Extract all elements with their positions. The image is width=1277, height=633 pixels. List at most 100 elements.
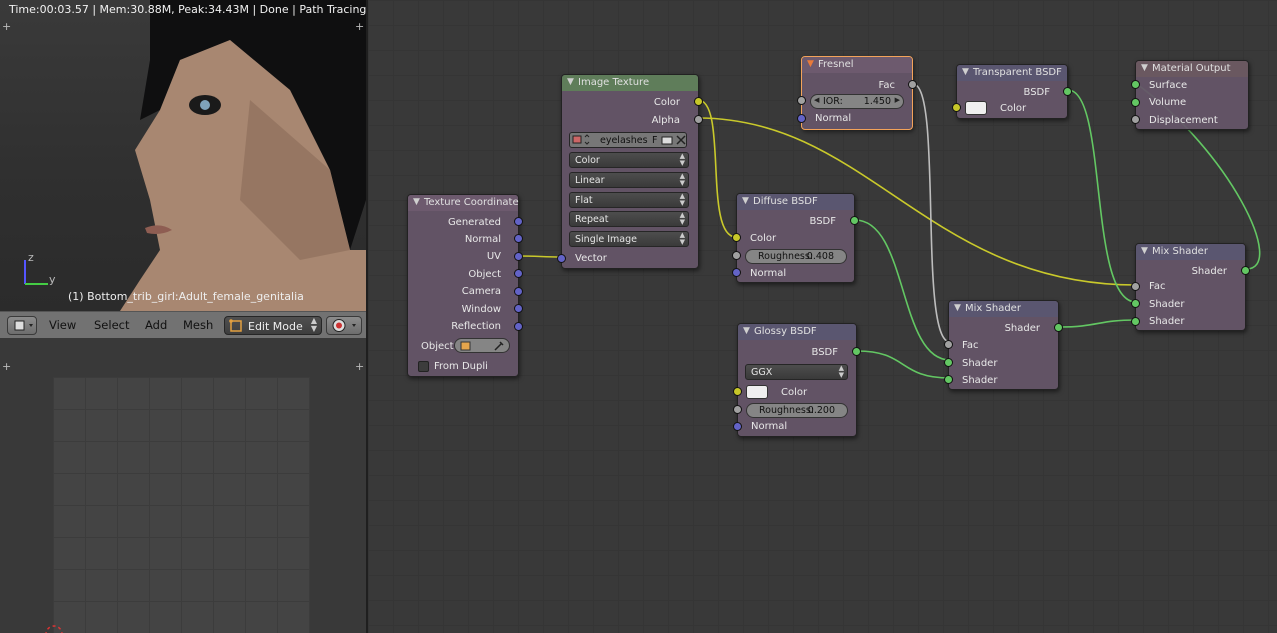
socket-fac-in[interactable]: [944, 340, 953, 349]
socket-fac-in[interactable]: [1131, 282, 1140, 291]
roughness-field[interactable]: Roughness: 0.200: [746, 403, 848, 418]
node-header[interactable]: ▼ Image Texture: [562, 75, 698, 91]
render-viewport[interactable]: Time:00:03.57 | Mem:30.88M, Peak:34.43M …: [0, 0, 366, 311]
socket-shader-in[interactable]: [944, 375, 953, 384]
eyedropper-icon[interactable]: [493, 340, 505, 352]
socket-alpha-out[interactable]: [694, 115, 703, 124]
editor-type-button[interactable]: [7, 316, 37, 335]
socket-reflection[interactable]: [514, 322, 523, 331]
socket-color-in[interactable]: [733, 387, 742, 396]
collapse-arrow-icon[interactable]: ▼: [413, 197, 420, 207]
ior-field[interactable]: ◀ IOR: 1.450 ▶: [810, 94, 904, 109]
roughness-field[interactable]: Roughness: 0.408: [745, 249, 847, 264]
viewport-shading-button[interactable]: [326, 316, 362, 335]
socket-camera[interactable]: [514, 287, 523, 296]
uv-editor[interactable]: + +: [0, 340, 366, 633]
open-folder-icon[interactable]: [660, 133, 674, 147]
corner-plus-icon[interactable]: +: [2, 361, 11, 372]
socket-uv[interactable]: [514, 252, 523, 261]
socket-normal-in[interactable]: [732, 268, 741, 277]
color-swatch[interactable]: [965, 101, 987, 115]
socket-color-out[interactable]: [694, 97, 703, 106]
image-name[interactable]: eyelashes: [600, 135, 648, 146]
corner-plus-icon[interactable]: +: [2, 21, 11, 32]
socket-bsdf-out[interactable]: [850, 216, 859, 225]
socket-shader-in[interactable]: [1131, 299, 1140, 308]
socket-color-in[interactable]: [732, 233, 741, 242]
collapse-arrow-icon[interactable]: ▼: [567, 77, 574, 87]
decrement-arrow-icon[interactable]: ◀: [814, 96, 819, 104]
socket-shader-in[interactable]: [1131, 317, 1140, 326]
socket-shader-in[interactable]: [944, 358, 953, 367]
node-diffuse-bsdf[interactable]: ▼ Diffuse BSDF BSDF Color Roughness: 0.4…: [732, 193, 859, 283]
socket-bsdf-out[interactable]: [1063, 87, 1072, 96]
socket-displacement-in[interactable]: [1131, 115, 1140, 124]
image-browse-icon[interactable]: [571, 133, 593, 147]
collapse-arrow-icon[interactable]: ▼: [962, 67, 969, 77]
socket-window[interactable]: [514, 304, 523, 313]
node-image-texture[interactable]: ▼ Image Texture Color Alpha eyelashes F …: [557, 74, 703, 269]
increment-arrow-icon[interactable]: ▶: [895, 96, 900, 104]
corner-plus-icon[interactable]: +: [355, 361, 364, 372]
menu-mesh[interactable]: Mesh: [183, 318, 213, 332]
socket-color-in[interactable]: [952, 103, 961, 112]
corner-plus-icon[interactable]: +: [355, 21, 364, 32]
socket-roughness-in[interactable]: [733, 405, 742, 414]
socket-roughness-in[interactable]: [732, 251, 741, 260]
interpolation-dropdown[interactable]: Linear ▲ ▼: [569, 172, 689, 188]
extension-dropdown[interactable]: Repeat ▲ ▼: [569, 211, 689, 227]
node-transparent-bsdf[interactable]: ▼ Transparent BSDF BSDF Color: [952, 64, 1072, 119]
socket-fac-out[interactable]: [908, 80, 917, 89]
socket-bsdf-out[interactable]: [852, 347, 861, 356]
node-header[interactable]: ▼ Mix Shader: [949, 301, 1058, 317]
source-dropdown[interactable]: Single Image ▲ ▼: [569, 231, 689, 247]
object-field[interactable]: [454, 338, 510, 353]
updown-arrow-icon: ▲ ▼: [679, 192, 685, 207]
socket-normal[interactable]: [514, 234, 523, 243]
socket-surface-in[interactable]: [1131, 80, 1140, 89]
node-header[interactable]: ▼ Transparent BSDF: [957, 65, 1067, 81]
close-icon[interactable]: [674, 133, 688, 147]
node-header[interactable]: ▼ Diffuse BSDF: [737, 194, 854, 210]
node-header[interactable]: ▼ Fresnel: [802, 57, 912, 73]
node-header[interactable]: ▼ Glossy BSDF: [738, 324, 856, 340]
socket-normal-in[interactable]: [733, 422, 742, 431]
node-editor[interactable]: ▼ Texture Coordinate Generated Normal UV…: [368, 0, 1277, 633]
node-header[interactable]: ▼ Texture Coordinate: [408, 195, 519, 211]
node-texture-coordinate[interactable]: ▼ Texture Coordinate Generated Normal UV…: [407, 194, 523, 377]
socket-shader-out[interactable]: [1054, 323, 1063, 332]
color-space-dropdown[interactable]: Color ▲ ▼: [569, 152, 689, 168]
collapse-arrow-icon[interactable]: ▼: [742, 196, 749, 206]
collapse-arrow-icon[interactable]: ▼: [1141, 63, 1148, 73]
color-swatch[interactable]: [746, 385, 768, 399]
image-selector[interactable]: eyelashes F: [569, 132, 687, 148]
distribution-dropdown[interactable]: GGX ▲ ▼: [745, 364, 848, 380]
socket-shader-out[interactable]: [1241, 266, 1250, 275]
node-glossy-bsdf[interactable]: ▼ Glossy BSDF BSDF GGX ▲ ▼ Color Roughnes…: [733, 323, 861, 437]
socket-ior-in[interactable]: [797, 96, 806, 105]
cube-icon: [460, 341, 471, 351]
socket-object[interactable]: [514, 269, 523, 278]
menu-select[interactable]: Select: [94, 318, 129, 332]
mode-select-dropdown[interactable]: Edit Mode ▲ ▼: [224, 316, 322, 335]
node-material-output[interactable]: ▼ Material Output Surface Volume Displac…: [1131, 60, 1249, 130]
fake-user-button[interactable]: F: [652, 135, 657, 146]
collapse-arrow-icon[interactable]: ▼: [807, 59, 814, 69]
socket-volume-in[interactable]: [1131, 98, 1140, 107]
node-title: Fresnel: [818, 59, 854, 70]
socket-normal-in[interactable]: [797, 114, 806, 123]
node-header[interactable]: ▼ Mix Shader: [1136, 244, 1245, 260]
menu-add[interactable]: Add: [145, 318, 167, 332]
menu-view[interactable]: View: [49, 318, 76, 332]
from-dupli-checkbox[interactable]: [418, 361, 429, 372]
socket-generated[interactable]: [514, 217, 523, 226]
collapse-arrow-icon[interactable]: ▼: [1141, 246, 1148, 256]
projection-dropdown[interactable]: Flat ▲ ▼: [569, 192, 689, 208]
node-mix-shader-2[interactable]: ▼ Mix Shader Shader Fac Shader Shader: [1131, 243, 1250, 331]
node-mix-shader-1[interactable]: ▼ Mix Shader Shader Fac Shader Shader: [944, 300, 1063, 390]
socket-vector-in[interactable]: [557, 254, 566, 263]
node-header[interactable]: ▼ Material Output: [1136, 61, 1248, 77]
node-fresnel[interactable]: ▼ Fresnel Fac ◀ IOR: 1.450 ▶ Normal: [797, 56, 917, 130]
collapse-arrow-icon[interactable]: ▼: [954, 303, 961, 313]
collapse-arrow-icon[interactable]: ▼: [743, 326, 750, 336]
